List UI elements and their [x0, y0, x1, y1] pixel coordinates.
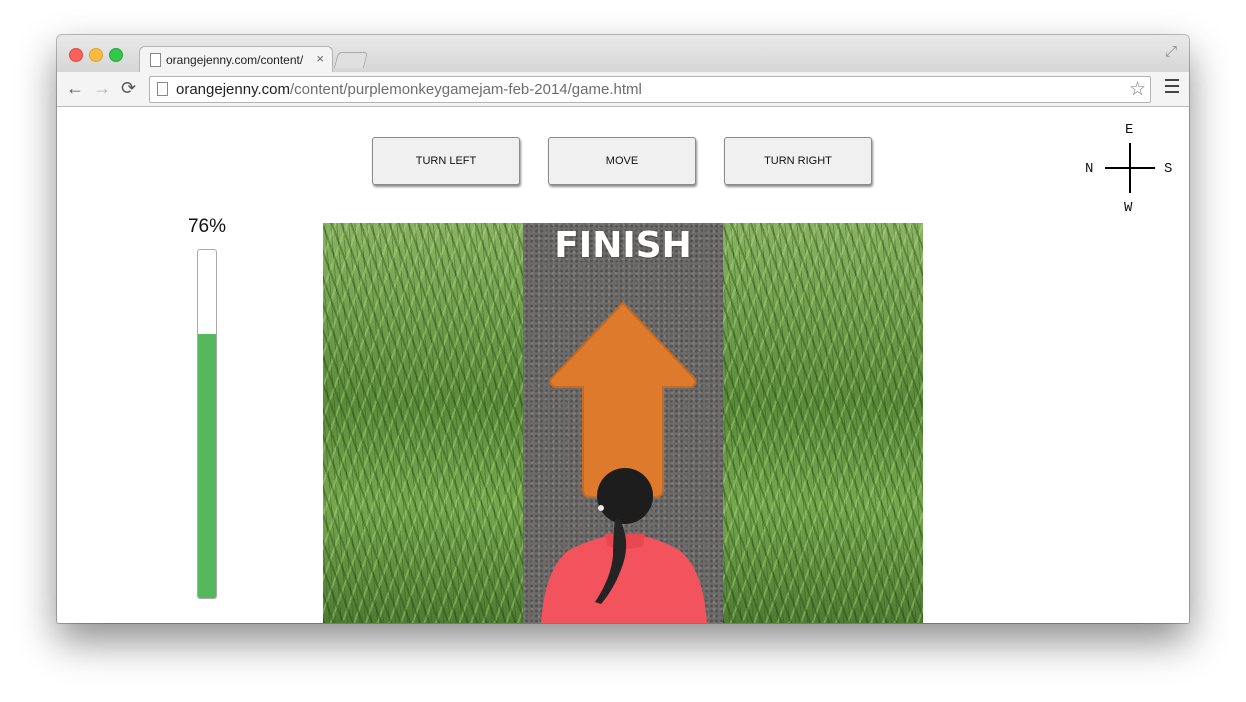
browser-window: orangejenny.com/content/ × ⤢ ← → ⟳ orang… — [57, 35, 1189, 623]
finish-banner: FINISH — [554, 225, 692, 266]
compass: E W N S — [1081, 119, 1181, 219]
grass-tile-right — [723, 223, 923, 623]
url-text[interactable]: orangejenny.com/content/purplemonkeygame… — [176, 81, 642, 98]
compass-vertical-line — [1129, 143, 1131, 193]
progress-fill — [198, 333, 216, 598]
minimize-window-button[interactable] — [89, 48, 103, 62]
move-button[interactable]: MOVE — [548, 137, 696, 185]
browser-tab[interactable]: orangejenny.com/content/ × — [139, 46, 333, 73]
title-bar: orangejenny.com/content/ × ⤢ — [57, 35, 1189, 73]
compass-label-right: S — [1164, 161, 1173, 177]
forward-arrow-icon[interactable]: → — [93, 77, 111, 99]
back-arrow-icon[interactable]: ← — [66, 77, 84, 99]
reload-icon[interactable]: ⟳ — [121, 77, 136, 99]
page-icon — [150, 53, 161, 67]
menu-icon[interactable] — [1165, 79, 1179, 97]
game-scene: FINISH — [323, 223, 923, 623]
progress-label: 76% — [187, 216, 227, 237]
address-bar[interactable]: orangejenny.com/content/purplemonkeygame… — [149, 76, 1151, 103]
turn-left-button[interactable]: TURN LEFT — [372, 137, 520, 185]
runner-figure — [541, 468, 707, 623]
star-icon[interactable]: ☆ — [1129, 78, 1146, 101]
progress-bar — [197, 249, 217, 599]
zoom-window-button[interactable] — [109, 48, 123, 62]
fullscreen-icon[interactable]: ⤢ — [1165, 43, 1177, 60]
compass-label-top: E — [1125, 122, 1134, 138]
page-content: TURN LEFT MOVE TURN RIGHT E W N S 76% FI… — [57, 107, 1189, 623]
tab-title: orangejenny.com/content/ — [166, 53, 304, 67]
browser-toolbar: ← → ⟳ orangejenny.com/content/purplemonk… — [57, 72, 1189, 107]
road-tile: FINISH — [523, 223, 723, 623]
turn-right-button[interactable]: TURN RIGHT — [724, 137, 872, 185]
compass-label-bottom: W — [1124, 200, 1133, 216]
new-tab-button[interactable] — [333, 52, 369, 68]
tab-close-icon[interactable]: × — [316, 51, 324, 66]
close-window-button[interactable] — [69, 48, 83, 62]
compass-label-left: N — [1085, 161, 1094, 177]
url-host: orangejenny.com — [176, 81, 290, 98]
page-icon — [157, 82, 168, 96]
url-path: /content/purplemonkeygamejam-feb-2014/ga… — [289, 81, 642, 98]
grass-tile-left — [323, 223, 523, 623]
